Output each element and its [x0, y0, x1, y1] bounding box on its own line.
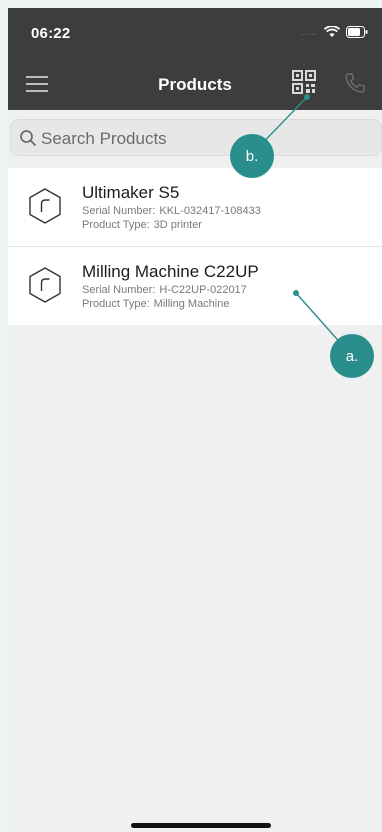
product-list: Ultimaker S5 Serial Number: KKL-032417-10… — [8, 168, 382, 326]
signal-indicator: ..... — [301, 27, 318, 37]
status-bar: 06:22 ..... — [8, 8, 382, 58]
product-icon — [29, 267, 61, 303]
type-value: Milling Machine — [153, 298, 230, 310]
phone-screen: 06:22 ..... Products Search Products Ult… — [8, 8, 382, 832]
type-label: Product Type: — [82, 219, 150, 231]
product-name: Milling Machine C22UP — [82, 262, 259, 281]
serial-value: H-C22UP-022017 — [159, 284, 247, 296]
product-type: Product Type: 3D printer — [82, 219, 202, 231]
status-time: 06:22 — [31, 25, 71, 42]
list-item[interactable]: Ultimaker S5 Serial Number: KKL-032417-10… — [8, 168, 382, 247]
type-value: 3D printer — [153, 219, 202, 231]
search-input[interactable]: Search Products — [10, 119, 382, 156]
annotation-badge-b: b. — [230, 134, 274, 178]
product-serial: Serial Number: H-C22UP-022017 — [82, 284, 247, 296]
search-placeholder: Search Products — [41, 129, 167, 148]
phone-icon[interactable] — [342, 70, 368, 96]
battery-icon — [346, 26, 368, 38]
home-indicator — [131, 823, 271, 828]
qr-code-icon[interactable] — [292, 70, 316, 94]
navigation-bar: Products — [8, 58, 382, 110]
search-area: Search Products — [8, 110, 382, 168]
product-serial: Serial Number: KKL-032417-108433 — [82, 205, 261, 217]
serial-label: Serial Number: — [82, 284, 156, 296]
empty-area — [8, 325, 382, 832]
wifi-icon — [324, 26, 340, 37]
product-type: Product Type: Milling Machine — [82, 298, 229, 310]
product-name: Ultimaker S5 — [82, 183, 180, 202]
page-title: Products — [158, 75, 232, 94]
list-item[interactable]: Milling Machine C22UP Serial Number: H-C2… — [8, 247, 382, 326]
serial-value: KKL-032417-108433 — [159, 205, 261, 217]
type-label: Product Type: — [82, 298, 150, 310]
serial-label: Serial Number: — [82, 205, 156, 217]
search-icon — [20, 130, 37, 147]
annotation-badge-a: a. — [330, 334, 374, 378]
product-icon — [29, 188, 61, 224]
status-indicators: ..... — [302, 26, 368, 38]
